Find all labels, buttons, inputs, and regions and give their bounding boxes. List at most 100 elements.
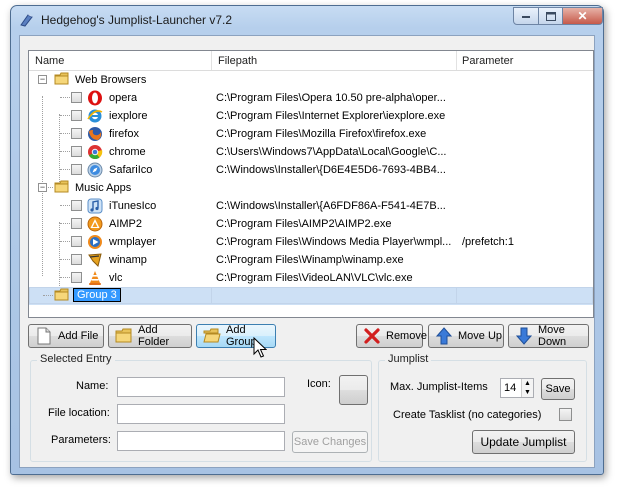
item-name: opera — [109, 92, 138, 104]
item-checkbox[interactable] — [71, 254, 82, 265]
add-file-label: Add File — [58, 330, 99, 342]
add-folder-button[interactable]: Add Folder — [108, 324, 192, 348]
item-checkbox[interactable] — [71, 218, 82, 229]
jumplist-group: Jumplist Max. Jumplist-Items 14 ▲ ▼ Save… — [378, 353, 587, 462]
wmplayer-icon — [88, 235, 102, 249]
tree-item-row[interactable]: vlc C:\Program Files\VideoLAN\VLC\vlc.ex… — [29, 269, 593, 287]
move-up-button[interactable]: Move Up — [428, 324, 504, 348]
item-filepath: C:\Program Files\Windows Media Player\wm… — [216, 236, 452, 248]
name-label: Name: — [76, 380, 109, 392]
jumplist-tree-view[interactable]: Name Filepath Parameter − Web Browsers o… — [28, 50, 594, 318]
move-up-label: Move Up — [458, 330, 503, 342]
add-group-label: Add Group — [226, 324, 257, 348]
internet-explorer-icon — [87, 109, 103, 123]
max-items-spinner[interactable]: 14 ▲ ▼ — [500, 378, 534, 398]
item-name: AIMP2 — [109, 218, 143, 230]
item-filepath: C:\Program Files\Internet Explorer\iexpl… — [216, 110, 446, 122]
close-button[interactable]: ✕ — [562, 7, 603, 25]
group-name-edit-field[interactable]: Group 3 — [73, 288, 121, 302]
add-file-button[interactable]: Add File — [28, 324, 104, 348]
save-button[interactable]: Save — [541, 378, 575, 400]
item-checkbox[interactable] — [71, 236, 82, 247]
save-label: Save — [545, 383, 571, 395]
tree-group-row-selected[interactable]: Group 3 — [29, 287, 593, 305]
tree-item-row[interactable]: AIMP2 C:\Program Files\AIMP2\AIMP2.exe — [29, 215, 593, 233]
item-filepath: C:\Program Files\VideoLAN\VLC\vlc.exe — [216, 272, 413, 284]
move-down-button[interactable]: Move Down — [508, 324, 589, 348]
tree-group-row[interactable]: − Music Apps — [29, 179, 593, 197]
aimp-icon — [87, 216, 103, 232]
column-parameter[interactable]: Parameter — [462, 55, 513, 67]
item-filepath: C:\Program Files\Winamp\winamp.exe — [216, 254, 404, 266]
item-checkbox[interactable] — [71, 146, 82, 157]
opera-icon — [88, 90, 102, 106]
tree-line — [60, 205, 70, 206]
item-checkbox[interactable] — [71, 128, 82, 139]
save-changes-label: Save Changes — [293, 436, 367, 448]
column-filepath[interactable]: Filepath — [218, 55, 257, 67]
safari-icon — [87, 162, 103, 178]
maximize-button[interactable] — [538, 7, 563, 25]
tree-item-row[interactable]: iTunesIco C:\Windows\Installer\{A6FDF86A… — [29, 197, 593, 215]
spinner-up-icon[interactable]: ▲ — [521, 379, 533, 388]
tree-line — [60, 259, 70, 260]
tree-line — [60, 133, 70, 134]
item-filepath: C:\Program Files\Opera 10.50 pre-alpha\o… — [216, 92, 446, 104]
close-icon: ✕ — [577, 9, 588, 23]
file-location-field[interactable] — [117, 404, 285, 424]
remove-button[interactable]: Remove — [356, 324, 427, 348]
item-checkbox[interactable] — [71, 110, 82, 121]
app-window: Hedgehog's Jumplist-Launcher v7.2 ✕ Name… — [10, 5, 604, 475]
folder-icon — [115, 328, 132, 343]
title-bar[interactable]: Hedgehog's Jumplist-Launcher v7.2 ✕ — [11, 6, 603, 33]
firefox-icon — [88, 127, 102, 141]
tree-item-row[interactable]: opera C:\Program Files\Opera 10.50 pre-a… — [29, 89, 593, 107]
tree-line — [60, 97, 70, 98]
item-name: wmplayer — [109, 236, 157, 248]
item-filepath: C:\Windows\Installer\{D6E4E5D6-7693-4BB4… — [216, 164, 446, 176]
tree-line — [60, 151, 70, 152]
cell-outline — [211, 287, 457, 304]
max-items-label: Max. Jumplist-Items — [390, 381, 488, 393]
item-checkbox[interactable] — [71, 200, 82, 211]
minimize-button[interactable] — [513, 7, 539, 25]
column-header: Name Filepath Parameter — [29, 51, 593, 71]
tree-item-row[interactable]: winamp C:\Program Files\Winamp\winamp.ex… — [29, 251, 593, 269]
folder-icon — [54, 180, 69, 193]
item-checkbox[interactable] — [71, 92, 82, 103]
tree-item-row[interactable]: wmplayer C:\Program Files\Windows Media … — [29, 233, 593, 251]
save-changes-button[interactable]: Save Changes — [292, 431, 368, 453]
tree-group-row[interactable]: − Web Browsers — [29, 71, 593, 89]
folder-icon — [54, 72, 69, 85]
cell-outline — [456, 287, 593, 304]
remove-label: Remove — [386, 330, 427, 342]
column-name[interactable]: Name — [35, 55, 64, 67]
item-name: winamp — [109, 254, 147, 266]
tree-line — [60, 223, 70, 224]
collapse-toggle-icon[interactable]: − — [38, 183, 47, 192]
item-checkbox[interactable] — [71, 272, 82, 283]
item-name: vlc — [109, 272, 123, 284]
item-filepath: C:\Program Files\AIMP2\AIMP2.exe — [216, 218, 392, 230]
tree-item-row[interactable]: chrome C:\Users\Windows7\AppData\Local\G… — [29, 143, 593, 161]
create-tasklist-label: Create Tasklist (no categories) — [393, 409, 542, 421]
item-checkbox[interactable] — [71, 164, 82, 175]
name-field[interactable] — [117, 377, 285, 397]
collapse-toggle-icon[interactable]: − — [38, 75, 47, 84]
icon-picker-button[interactable] — [339, 375, 368, 405]
tree-item-row[interactable]: iexplore C:\Program Files\Internet Explo… — [29, 107, 593, 125]
parameters-label: Parameters: — [51, 434, 111, 446]
selected-entry-group: Selected Entry Name: File location: Para… — [30, 353, 372, 462]
create-tasklist-checkbox[interactable] — [559, 408, 572, 421]
item-name: SafariIco — [109, 164, 153, 176]
spinner-down-icon[interactable]: ▼ — [521, 388, 533, 397]
mouse-cursor-icon — [253, 337, 267, 358]
item-filepath: C:\Windows\Installer\{A6FDF86A-F541-4E7B… — [216, 200, 446, 212]
item-name: firefox — [109, 128, 139, 140]
arrow-up-icon — [435, 327, 453, 345]
tree-item-row[interactable]: SafariIco C:\Windows\Installer\{D6E4E5D6… — [29, 161, 593, 179]
icon-label: Icon: — [307, 378, 331, 390]
update-jumplist-button[interactable]: Update Jumplist — [472, 430, 575, 454]
tree-item-row[interactable]: firefox C:\Program Files\Mozilla Firefox… — [29, 125, 593, 143]
parameters-field[interactable] — [117, 431, 285, 451]
